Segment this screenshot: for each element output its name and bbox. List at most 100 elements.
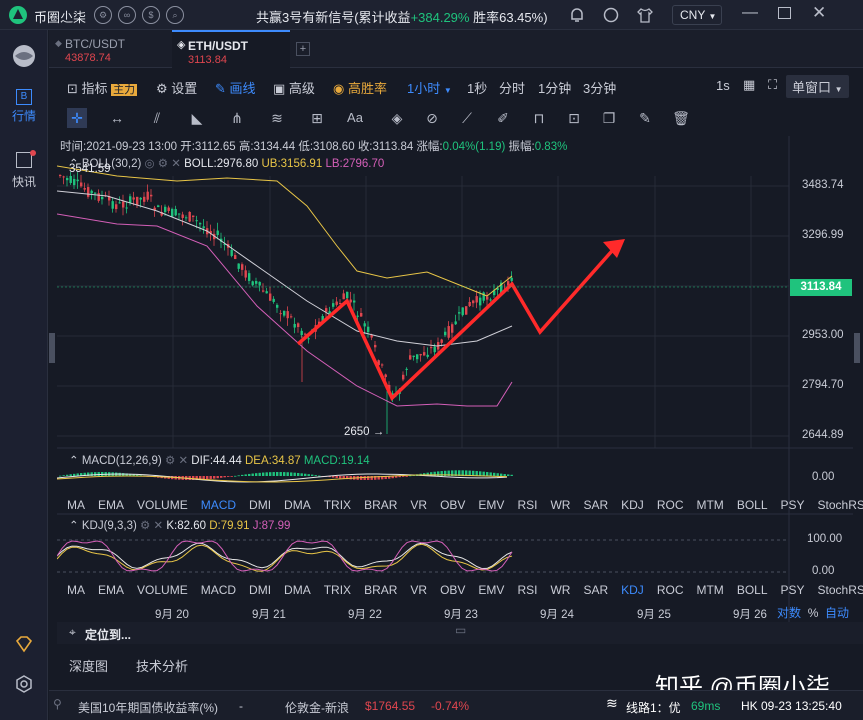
indicator-tab-kdj[interactable]: KDJ	[621, 498, 644, 512]
advanced-button[interactable]: ▣ 高级	[273, 78, 315, 97]
add-tab-button[interactable]: +	[296, 42, 310, 56]
tab-technical-analysis[interactable]: 技术分析	[136, 656, 188, 675]
ticker-item-gold[interactable]: 伦敦金-新浪	[285, 699, 349, 716]
settings-icon[interactable]: ⚙	[140, 520, 150, 532]
indicator-tab-mtm[interactable]: MTM	[696, 583, 723, 597]
edit-icon[interactable]: ✎	[635, 108, 655, 128]
settings-button[interactable]: ⚙ 设置	[156, 78, 197, 97]
sidebar-item-news[interactable]: 快讯	[0, 150, 48, 190]
close-button[interactable]: ✕	[812, 3, 826, 23]
indicator-tab-sar[interactable]: SAR	[583, 498, 608, 512]
magnet-icon[interactable]: ⊓	[529, 108, 549, 128]
indicator-tab-psy[interactable]: PSY	[781, 498, 805, 512]
box-plus-icon[interactable]: ⊞	[307, 108, 327, 128]
parallel-lines-icon[interactable]: ⫽	[147, 108, 167, 128]
settings-icon[interactable]: ⚙	[165, 455, 175, 467]
indicator-tab-vr[interactable]: VR	[410, 498, 427, 512]
interval-select[interactable]: 1小时 ▼	[407, 78, 452, 97]
trend-arrow[interactable]	[296, 241, 621, 401]
copy-icon[interactable]: ❐	[599, 108, 619, 128]
eraser-icon[interactable]: ◈	[387, 108, 407, 128]
indicator-tab-rsi[interactable]: RSI	[517, 583, 537, 597]
indicator-tab-ema[interactable]: EMA	[98, 583, 124, 597]
fullscreen-icon[interactable]: ⛶	[768, 77, 777, 93]
collapse-handle-icon[interactable]: ▭	[455, 623, 466, 637]
diamond-icon[interactable]	[14, 634, 34, 654]
indicator-tab-dmi[interactable]: DMI	[249, 583, 271, 597]
text-tool-icon[interactable]: Aa	[345, 108, 365, 128]
indicator-tab-volume[interactable]: VOLUME	[137, 498, 188, 512]
left-handle[interactable]	[49, 333, 55, 363]
window-select[interactable]: 单窗口 ▼	[786, 75, 849, 98]
horizontal-line-icon[interactable]: ↔	[107, 108, 127, 128]
indicator-tab-volume[interactable]: VOLUME	[137, 583, 188, 597]
wave-icon[interactable]: ≋	[267, 108, 287, 128]
ticker-item-treasury[interactable]: 美国10年期国债收益率(%)	[78, 699, 218, 716]
indicator-tab-ma[interactable]: MA	[67, 583, 85, 597]
layout-icon[interactable]: ▦	[743, 77, 755, 93]
indicator-tab-emv[interactable]: EMV	[478, 583, 504, 597]
collapse-icon[interactable]: ⌃	[69, 455, 79, 467]
indicator-tab-obv[interactable]: OBV	[440, 583, 465, 597]
indicator-tab-obv[interactable]: OBV	[440, 498, 465, 512]
period-1s[interactable]: 1秒	[467, 78, 487, 97]
indicator-tab-wr[interactable]: WR	[550, 498, 570, 512]
sidebar-item-market[interactable]: B 行情	[0, 88, 48, 124]
link-icon[interactable]: ∞	[118, 6, 136, 24]
tab-depth-chart[interactable]: 深度图	[69, 656, 108, 675]
chart-area[interactable]: 时间:2021-09-23 13:00 开:3112.65 高:3134.44 …	[49, 136, 863, 622]
indicator-tab-rsi[interactable]: RSI	[517, 498, 537, 512]
period-3m[interactable]: 3分钟	[583, 78, 616, 97]
indicator-tab-psy[interactable]: PSY	[781, 583, 805, 597]
close-icon[interactable]: ✕	[178, 455, 188, 467]
indicator-tab-ema[interactable]: EMA	[98, 498, 124, 512]
speed-label[interactable]: 1s	[716, 78, 730, 93]
maximize-button[interactable]	[778, 7, 791, 19]
indicator-tab-dma[interactable]: DMA	[284, 498, 311, 512]
locate-bar[interactable]: ⌖ 定位到... ▭	[57, 622, 863, 644]
indicator-tab-stochrsi[interactable]: StochRSI	[818, 583, 863, 597]
brush-icon[interactable]: ✐	[493, 108, 513, 128]
crosshair-icon[interactable]: ✛	[67, 108, 87, 128]
fork-icon[interactable]: ⋔	[227, 108, 247, 128]
lock-icon[interactable]: ⊡	[564, 108, 584, 128]
indicator-tab-trix[interactable]: TRIX	[324, 583, 351, 597]
indicator-tab-roc[interactable]: ROC	[657, 583, 684, 597]
winrate-button[interactable]: ◉ 高胜率	[333, 78, 387, 97]
tab-ethusdt[interactable]: ◈ ETH/USDT 3113.84	[172, 30, 290, 68]
indicator-tab-stochrsi[interactable]: StochRSI	[818, 498, 863, 512]
indicator-tab-dma[interactable]: DMA	[284, 583, 311, 597]
indicator-tab-roc[interactable]: ROC	[657, 498, 684, 512]
period-timeline[interactable]: 分时	[499, 78, 525, 97]
indicator-tab-mtm[interactable]: MTM	[696, 498, 723, 512]
indicator-tab-dmi[interactable]: DMI	[249, 498, 271, 512]
dollar-icon[interactable]: $	[142, 6, 160, 24]
gear-icon[interactable]	[14, 674, 34, 694]
theme-icon[interactable]	[602, 6, 620, 24]
indicator-tab-macd[interactable]: MACD	[201, 498, 236, 512]
indicator-tab-kdj[interactable]: KDJ	[621, 583, 644, 597]
currency-select[interactable]: CNY ▼	[672, 5, 722, 25]
indicator-tab-emv[interactable]: EMV	[478, 498, 504, 512]
indicator-tab-vr[interactable]: VR	[410, 583, 427, 597]
indicator-button[interactable]: ⊡ 指标 主力	[67, 78, 138, 97]
price-chart[interactable]	[57, 136, 853, 622]
line-status[interactable]: 线路1：优	[626, 699, 681, 716]
ruler-icon[interactable]: ⟋	[457, 108, 477, 128]
collapse-icon[interactable]: ⌃	[69, 520, 79, 532]
close-icon[interactable]: ✕	[154, 520, 164, 532]
indicator-tab-brar[interactable]: BRAR	[364, 583, 397, 597]
percent-button[interactable]: %	[808, 606, 819, 620]
indicator-tab-sar[interactable]: SAR	[583, 583, 608, 597]
indicator-tab-boll[interactable]: BOLL	[737, 498, 768, 512]
draw-button[interactable]: ✎ 画线	[215, 78, 256, 97]
indicator-tab-macd[interactable]: MACD	[201, 583, 236, 597]
settings-icon[interactable]: ⚙	[94, 6, 112, 24]
search-icon[interactable]: ⌕	[166, 6, 184, 24]
pattern-icon[interactable]: ⊘	[422, 108, 442, 128]
ray-icon[interactable]: ◣	[187, 108, 207, 128]
trash-icon[interactable]: 🗑	[671, 108, 691, 128]
shirt-icon[interactable]	[636, 6, 654, 24]
pin-icon[interactable]: ⚲	[53, 697, 62, 711]
minimize-button[interactable]: —	[742, 4, 758, 22]
